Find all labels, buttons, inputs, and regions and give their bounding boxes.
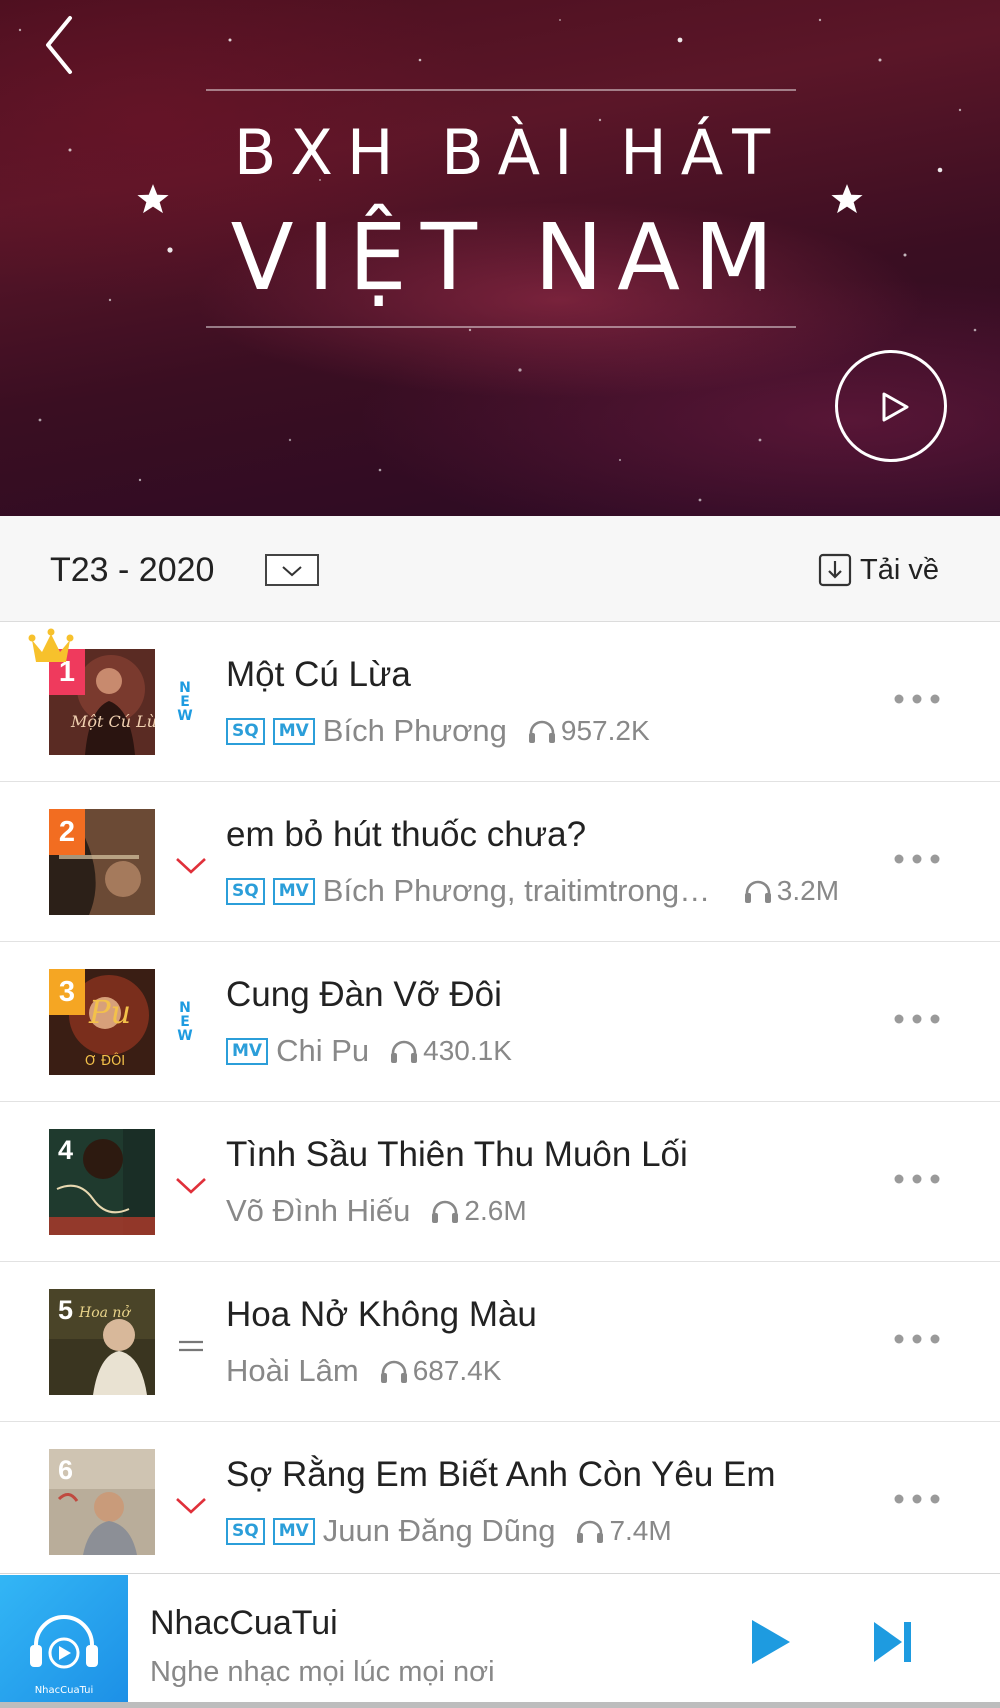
song-meta: Hoài Lâm 687.4K bbox=[226, 1351, 501, 1391]
next-track-button[interactable] bbox=[868, 1614, 918, 1670]
more-options-icon[interactable] bbox=[892, 1489, 942, 1509]
mv-tag: MV bbox=[272, 1517, 315, 1545]
more-options-icon[interactable] bbox=[892, 849, 942, 869]
song-cover: Hoa nở 5 bbox=[49, 1289, 155, 1395]
listen-count: 957.2K bbox=[527, 715, 650, 747]
mv-tag: MV bbox=[226, 1037, 269, 1065]
new-badge: NEW bbox=[177, 1000, 193, 1042]
song-title: Tình Sầu Thiên Thu Muôn Lối bbox=[226, 1135, 688, 1174]
song-title: em bỏ hút thuốc chưa? bbox=[226, 815, 587, 854]
song-title: Một Cú Lừa bbox=[226, 655, 411, 694]
headphones-icon bbox=[577, 1520, 604, 1543]
play-all-button[interactable] bbox=[835, 350, 947, 462]
nhaccuatui-logo: NhacCuaTui bbox=[0, 1575, 128, 1708]
song-title: Hoa Nở Không Màu bbox=[226, 1295, 537, 1334]
rank-number: 6 bbox=[58, 1455, 74, 1485]
period-bar: T23 - 2020 Tải về bbox=[0, 516, 1000, 622]
song-artist[interactable]: Võ Đình Hiếu bbox=[226, 1193, 410, 1229]
mv-tag: MV bbox=[272, 717, 315, 745]
song-row[interactable]: Một Cú Lừa 1 NEW Một Cú Lừa SQ MV Bích P… bbox=[0, 622, 1000, 782]
player-subtitle: Nghe nhạc mọi lúc mọi nơi bbox=[150, 1656, 495, 1688]
listen-count: 430.1K bbox=[389, 1035, 512, 1067]
song-artist[interactable]: Juun Đăng Dũng bbox=[323, 1513, 556, 1549]
headphones-icon bbox=[380, 1360, 407, 1383]
song-row[interactable]: Hoa nở 5 Hoa Nở Không Màu Hoài Lâm 687.4… bbox=[0, 1262, 1000, 1422]
song-row[interactable]: 2 em bỏ hút thuốc chưa? SQ MV Bích Phươn… bbox=[0, 782, 1000, 942]
crown-icon bbox=[28, 628, 74, 662]
song-meta: SQ MV Bích Phương 957.2K bbox=[226, 711, 650, 751]
song-meta: Võ Đình Hiếu 2.6M bbox=[226, 1191, 527, 1231]
svg-text:Một Cú Lừa: Một Cú Lừa bbox=[70, 712, 155, 731]
svg-text:Ơ ĐÔI: Ơ ĐÔI bbox=[85, 1053, 125, 1069]
trend-same-icon bbox=[179, 1340, 203, 1352]
more-options-icon[interactable] bbox=[892, 689, 942, 709]
hero-title-line2: VIỆT NAM bbox=[230, 204, 788, 311]
trend-down-icon bbox=[176, 1498, 206, 1514]
svg-text:Pu: Pu bbox=[88, 993, 131, 1031]
song-list: Một Cú Lừa 1 NEW Một Cú Lừa SQ MV Bích P… bbox=[0, 622, 1000, 1582]
rank-number: 4 bbox=[58, 1135, 74, 1165]
sq-tag: SQ bbox=[226, 1517, 265, 1545]
period-label: T23 - 2020 bbox=[50, 551, 215, 589]
play-button[interactable] bbox=[746, 1614, 796, 1670]
headphones-icon bbox=[744, 880, 771, 903]
song-meta: SQ MV Juun Đăng Dũng 7.4M bbox=[226, 1511, 672, 1551]
more-options-icon[interactable] bbox=[892, 1009, 942, 1029]
headphones-icon bbox=[528, 720, 555, 743]
title-divider-bottom bbox=[206, 326, 796, 328]
rank-badge: 2 bbox=[49, 809, 85, 855]
song-cover: Pu Ơ ĐÔI 3 bbox=[49, 969, 155, 1075]
chevron-down-icon bbox=[282, 566, 302, 577]
song-cover: 4 bbox=[49, 1129, 155, 1235]
player-title: NhacCuaTui bbox=[150, 1604, 338, 1642]
song-row[interactable]: 4 Tình Sầu Thiên Thu Muôn Lối Võ Đình Hi… bbox=[0, 1102, 1000, 1262]
song-cover: 6 bbox=[49, 1449, 155, 1555]
sq-tag: SQ bbox=[226, 717, 265, 745]
song-row[interactable]: Pu Ơ ĐÔI 3 NEW Cung Đàn Vỡ Đôi MV Chi Pu… bbox=[0, 942, 1000, 1102]
sq-tag: SQ bbox=[226, 877, 265, 905]
chart-hero-banner: BXH BÀI HÁT VIỆT NAM bbox=[0, 0, 1000, 516]
rank-number: 5 bbox=[58, 1295, 74, 1325]
headphones-logo-icon: NhacCuaTui bbox=[30, 1615, 98, 1696]
song-meta: SQ MV Bích Phương, traitimtrongvang 3.2M bbox=[226, 871, 839, 911]
play-icon bbox=[882, 392, 909, 422]
listen-count: 7.4M bbox=[575, 1515, 672, 1547]
listen-count: 3.2M bbox=[743, 875, 839, 907]
trend-down-icon bbox=[176, 1178, 206, 1194]
download-label: Tải về bbox=[860, 553, 939, 586]
svg-text:NhacCuaTui: NhacCuaTui bbox=[35, 1685, 94, 1696]
song-title: Cung Đàn Vỡ Đôi bbox=[226, 975, 502, 1014]
listen-count: 687.4K bbox=[379, 1355, 501, 1387]
headphones-icon bbox=[432, 1200, 459, 1223]
hero-title-line1: BXH BÀI HÁT bbox=[233, 116, 785, 189]
mini-player[interactable]: NhacCuaTui NhacCuaTui Nghe nhạc mọi lúc … bbox=[0, 1573, 1000, 1708]
song-artist[interactable]: Bích Phương, traitimtrongvang bbox=[323, 873, 723, 909]
song-cover: 2 bbox=[49, 809, 155, 915]
song-artist[interactable]: Hoài Lâm bbox=[226, 1353, 359, 1389]
mv-tag: MV bbox=[272, 877, 315, 905]
song-artist[interactable]: Bích Phương bbox=[323, 713, 507, 749]
bottom-edge bbox=[0, 1702, 1000, 1708]
rank-badge: 3 bbox=[49, 969, 85, 1015]
song-artist[interactable]: Chi Pu bbox=[276, 1033, 369, 1069]
new-badge: NEW bbox=[177, 680, 193, 722]
download-button[interactable]: Tải về bbox=[818, 550, 939, 590]
title-divider-top bbox=[206, 89, 796, 91]
headphones-icon bbox=[391, 1040, 418, 1063]
song-row[interactable]: 6 Sợ Rằng Em Biết Anh Còn Yêu Em SQ MV J… bbox=[0, 1422, 1000, 1582]
download-icon bbox=[818, 553, 852, 587]
period-dropdown[interactable] bbox=[265, 554, 319, 586]
star-icon bbox=[831, 184, 863, 214]
song-title: Sợ Rằng Em Biết Anh Còn Yêu Em bbox=[226, 1455, 776, 1494]
song-meta: MV Chi Pu 430.1K bbox=[226, 1031, 512, 1071]
svg-text:Hoa nở: Hoa nở bbox=[78, 1304, 131, 1321]
listen-count: 2.6M bbox=[430, 1195, 527, 1227]
trend-down-icon bbox=[176, 858, 206, 874]
more-options-icon[interactable] bbox=[892, 1169, 942, 1189]
more-options-icon[interactable] bbox=[892, 1329, 942, 1349]
